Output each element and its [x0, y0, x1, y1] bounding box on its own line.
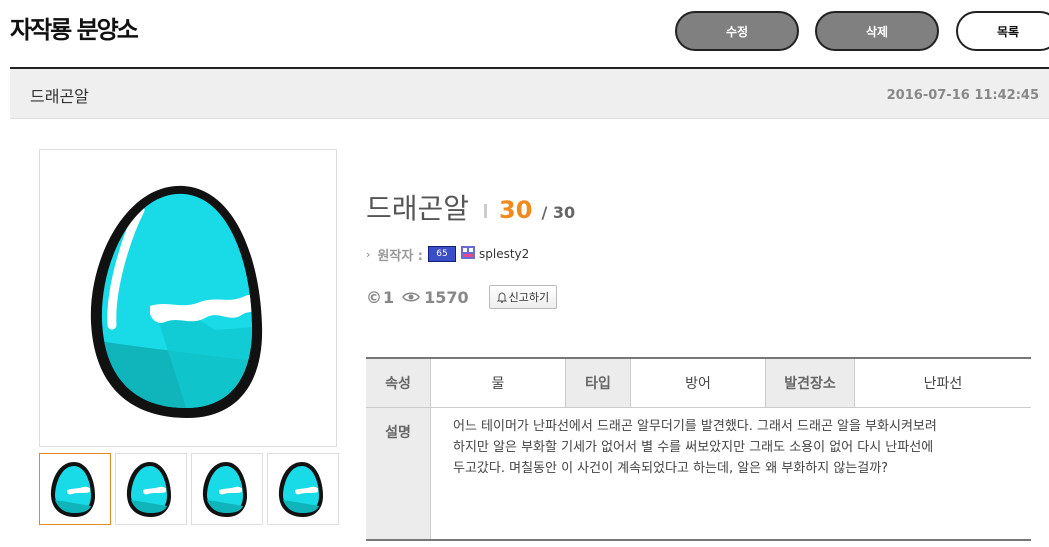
type-value: 방어 [630, 357, 766, 408]
thumbnail-2[interactable] [115, 453, 187, 525]
score-total: / 30 [541, 203, 576, 222]
egg-image [90, 185, 263, 418]
comment-count-value: 1 [383, 287, 395, 307]
edit-button[interactable]: 수정 [675, 11, 799, 51]
attr-value: 물 [430, 357, 566, 408]
copyright-icon: © [366, 287, 382, 307]
description: 어느 테이머가 난파선에서 드래곤 알무더기를 발견했다. 그래서 드래곤 알을… [430, 407, 1031, 541]
thumb-egg-image [278, 462, 323, 517]
place-label: 발견장소 [765, 357, 855, 408]
table-row: 설명 어느 테이머가 난파선에서 드래곤 알무더기를 발견했다. 그래서 드래곤… [366, 407, 1031, 541]
stats-row: © 1 1570 신고하기 [366, 285, 558, 309]
desc-label: 설명 [366, 407, 431, 541]
divider [484, 204, 488, 218]
list-button[interactable]: 목록 [956, 11, 1049, 51]
desc-line-1: 어느 테이머가 난파선에서 드래곤 알무더기를 발견했다. 그래서 드래곤 알을… [453, 419, 937, 434]
delete-button[interactable]: 삭제 [815, 11, 939, 51]
site-title[interactable]: 자작룡 분양소 [10, 10, 139, 45]
eye-icon [402, 291, 421, 303]
place-value: 난파선 [854, 357, 1031, 408]
table-row: 속성 물 타입 방어 발견장소 난파선 [366, 357, 1031, 408]
type-label: 타입 [565, 357, 631, 408]
report-label: 신고하기 [508, 291, 550, 304]
author-row: › 원작자 : 65 splesty2 [366, 244, 529, 264]
report-button[interactable]: 신고하기 [488, 285, 558, 309]
level-badge: 65 [428, 246, 457, 262]
post-title: 드래곤알 [30, 87, 89, 106]
main-dragon-egg-image [39, 149, 337, 447]
bell-icon [496, 291, 507, 303]
thumbnail-3[interactable] [191, 453, 263, 525]
view-count: 1570 [402, 288, 469, 307]
dragon-name: 드래곤알 [366, 192, 470, 225]
post-date: 2016-07-16 11:42:45 [886, 88, 1039, 103]
comment-count: © 1 [366, 288, 394, 307]
name-score-row: 드래곤알 30 / 30 [366, 187, 575, 227]
thumb-egg-image [126, 462, 171, 517]
author-name[interactable]: splesty2 [479, 247, 529, 261]
desc-line-3: 두고갔다. 며칠동안 이 사건이 계속되었다고 하는데, 알은 왜 부화하지 않… [453, 461, 889, 476]
bullet-icon: › [366, 247, 371, 261]
thumb-egg-image [202, 462, 247, 517]
score-value: 30 [499, 196, 533, 224]
info-table: 속성 물 타입 방어 발견장소 난파선 설명 어느 테이머가 난파선에서 드래곤… [366, 357, 1031, 541]
desc-line-2: 하지만 알은 부화할 기세가 없어서 별 수를 써보았지만 그래도 소용이 없어… [453, 440, 934, 455]
post-title-bar: 드래곤알 2016-07-16 11:42:45 [10, 67, 1049, 119]
attr-label: 속성 [366, 357, 431, 408]
author-label: 원작자 : [377, 248, 424, 264]
view-count-value: 1570 [424, 287, 469, 307]
thumbnail-4[interactable] [267, 453, 339, 525]
thumbnail-1[interactable] [39, 453, 111, 525]
thumb-egg-image [50, 462, 95, 517]
avatar-icon [460, 244, 476, 264]
